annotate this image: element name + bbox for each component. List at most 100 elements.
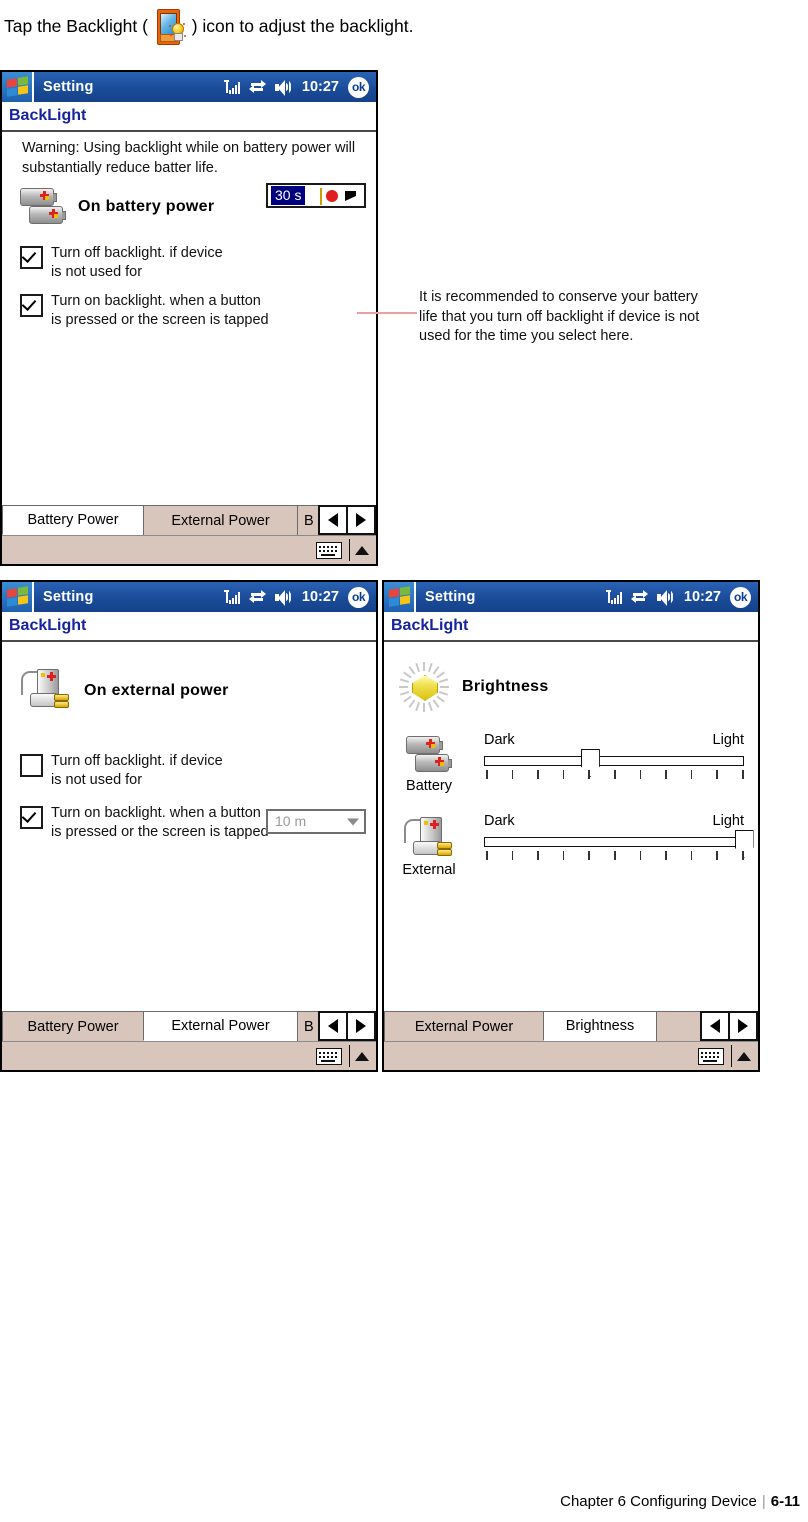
backlight-timeout-dropdown[interactable]: 10 m <box>266 809 366 834</box>
battery-pair-icon <box>406 734 452 776</box>
soft-keyboard-icon[interactable] <box>315 1047 342 1065</box>
battery-slider-icon-group: Battery <box>398 734 460 794</box>
network-connection-icon[interactable] <box>248 80 266 94</box>
tab-scroll-buttons[interactable] <box>700 1011 758 1041</box>
scroll-left-icon[interactable] <box>320 1013 346 1039</box>
turn-on-backlight-checkbox[interactable] <box>20 806 43 829</box>
page-footer: Chapter 6 Configuring Device | 6-11 <box>560 1493 800 1510</box>
page-title: BackLight <box>2 102 376 132</box>
turn-off-backlight-checkbox[interactable] <box>20 246 43 269</box>
title-bar: Setting 10:27 ok <box>384 582 758 612</box>
turn-off-backlight-row[interactable]: Turn off backlight. if device is not use… <box>2 752 376 790</box>
external-slider-track[interactable] <box>484 830 754 858</box>
scroll-right-icon[interactable] <box>730 1013 756 1039</box>
network-connection-icon[interactable] <box>630 590 648 604</box>
backlight-pda-bulb-icon <box>153 8 187 45</box>
sip-bar <box>2 1041 376 1070</box>
volume-speaker-icon[interactable] <box>274 589 293 606</box>
tab-bar: External Power Brightness <box>384 1011 758 1041</box>
windows-start-icon[interactable] <box>2 72 32 102</box>
title-bar: Setting 10:27 ok <box>2 72 376 102</box>
backlight-timeout-dropdown[interactable]: 30 s <box>266 183 366 208</box>
power-source-label: On external power <box>84 682 229 699</box>
signal-strength-icon[interactable] <box>605 590 622 604</box>
external-power-header: On external power <box>2 664 376 714</box>
battery-slider-label: Battery <box>406 778 452 794</box>
callout-leader-line <box>357 312 417 314</box>
footer-page-number: 6-11 <box>770 1493 800 1510</box>
volume-speaker-icon[interactable] <box>274 79 293 96</box>
title-bar: Setting 10:27 ok <box>2 582 376 612</box>
turn-on-backlight-label-line2: is pressed or the screen is tapped <box>51 824 269 840</box>
signal-strength-icon[interactable] <box>223 590 240 604</box>
footer-divider: | <box>761 1493 766 1510</box>
app-title: Setting <box>43 589 94 605</box>
windows-start-icon[interactable] <box>2 582 32 612</box>
turn-off-backlight-row[interactable]: Turn off backlight. if device is not use… <box>2 244 376 282</box>
pocketpc-screen-external-power: Setting 10:27 ok BackLight On external p… <box>0 580 378 1072</box>
timeout-dropdown-wrap: 10 m <box>266 809 366 834</box>
tab-bar: Battery Power External Power B <box>2 505 376 535</box>
external-slider-ticks <box>484 851 744 862</box>
turn-on-backlight-checkbox[interactable] <box>20 294 43 317</box>
timeout-dropdown-wrap: 30 s <box>266 183 366 208</box>
turn-off-backlight-label-line1: Turn off backlight. if device <box>51 753 223 769</box>
signal-strength-icon[interactable] <box>223 80 240 94</box>
turn-off-backlight-label-line1: Turn off backlight. if device <box>51 245 223 261</box>
sip-selector-arrow-icon[interactable] <box>355 1051 369 1061</box>
turn-off-backlight-label-line2: is not used for <box>51 264 143 280</box>
sip-bar <box>2 535 376 564</box>
ok-button[interactable]: ok <box>730 586 751 608</box>
network-connection-icon[interactable] <box>248 590 266 604</box>
soft-keyboard-icon[interactable] <box>315 541 342 559</box>
turn-off-backlight-checkbox[interactable] <box>20 754 43 777</box>
tab-external-power[interactable]: External Power <box>384 1011 544 1041</box>
sip-selector-arrow-icon[interactable] <box>737 1051 751 1061</box>
sip-selector-arrow-icon[interactable] <box>355 545 369 555</box>
app-title: Setting <box>43 79 94 95</box>
scroll-left-icon[interactable] <box>320 507 346 533</box>
tab-scroll-buttons[interactable] <box>318 505 376 535</box>
tab-bar: Battery Power External Power B <box>2 1011 376 1041</box>
clock: 10:27 <box>301 79 339 95</box>
battery-slider-track[interactable] <box>484 749 744 777</box>
scroll-right-icon[interactable] <box>348 507 374 533</box>
battery-slider-ticks <box>484 770 744 781</box>
pocketpc-screen-battery-power: Setting 10:27 ok BackLight Warning: Usin… <box>0 70 378 566</box>
turn-off-backlight-label-line2: is not used for <box>51 772 143 788</box>
brightness-heading: Brightness <box>462 678 549 695</box>
external-slider-max-label: Light <box>712 813 744 829</box>
volume-speaker-icon[interactable] <box>656 589 675 606</box>
tab-external-power[interactable]: External Power <box>142 505 299 535</box>
ok-button[interactable]: ok <box>348 586 369 608</box>
intro-line: Tap the Backlight ( ) icon to adjust the… <box>4 8 413 45</box>
power-source-label: On battery power <box>78 198 215 215</box>
sip-bar <box>384 1041 758 1070</box>
sun-brightness-icon <box>398 662 450 712</box>
scroll-right-icon[interactable] <box>348 1013 374 1039</box>
clock: 10:27 <box>301 589 339 605</box>
tab-battery-power[interactable]: Battery Power <box>2 1011 144 1041</box>
tab-scroll-buttons[interactable] <box>318 1011 376 1041</box>
battery-slider-max-label: Light <box>712 732 744 748</box>
scroll-left-icon[interactable] <box>702 1013 728 1039</box>
tab-external-power[interactable]: External Power <box>142 1011 299 1041</box>
soft-keyboard-icon[interactable] <box>697 1047 724 1065</box>
backlight-timeout-value: 30 s <box>271 186 306 205</box>
turn-on-backlight-label-line1: Turn on backlight. when a button <box>51 293 261 309</box>
page-title: BackLight <box>384 612 758 642</box>
external-power-plug-icon <box>403 816 455 862</box>
footer-chapter: Chapter 6 Configuring Device <box>560 1493 757 1510</box>
intro-text-before: Tap the Backlight ( <box>4 16 153 36</box>
battery-slider-min-label: Dark <box>484 732 515 748</box>
external-power-plug-icon <box>20 668 72 714</box>
turn-on-backlight-row[interactable]: Turn on backlight. when a button is pres… <box>2 292 376 330</box>
external-slider-icon-group: External <box>398 816 460 878</box>
tab-brightness[interactable]: Brightness <box>542 1011 658 1041</box>
ok-button[interactable]: ok <box>348 76 369 98</box>
windows-start-icon[interactable] <box>384 582 414 612</box>
tab-battery-power[interactable]: Battery Power <box>2 505 144 535</box>
app-title: Setting <box>425 589 476 605</box>
external-slider-min-label: Dark <box>484 813 515 829</box>
brightness-header: Brightness <box>384 658 758 712</box>
